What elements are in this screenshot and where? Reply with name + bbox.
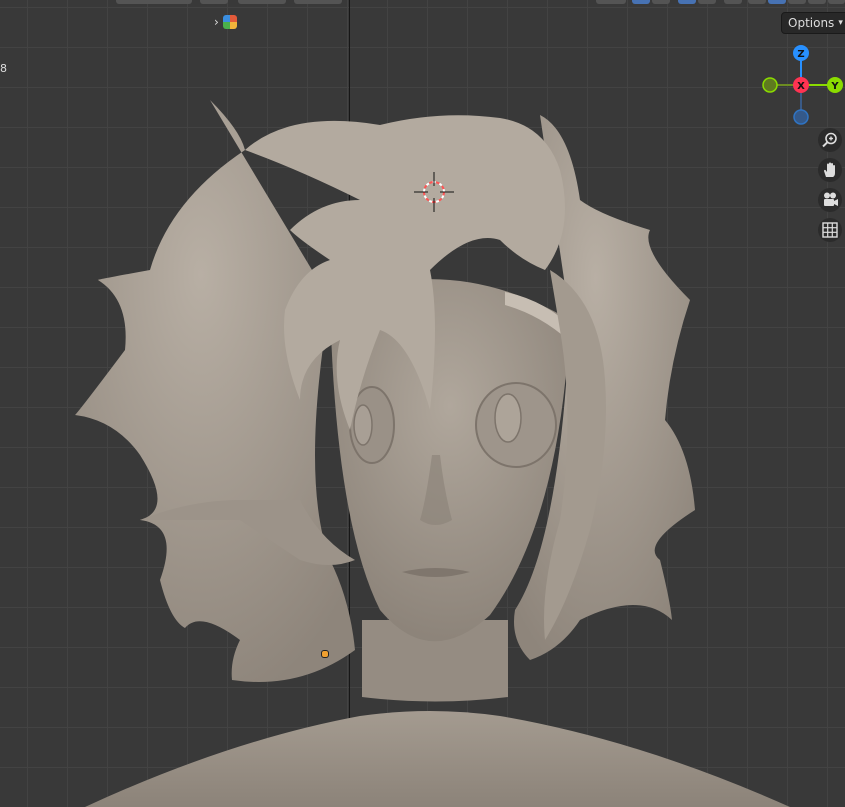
xray-button[interactable] (724, 0, 742, 4)
solid-shading-button[interactable] (768, 0, 786, 4)
chevron-down-icon: ▾ (838, 18, 843, 28)
zoom-button[interactable] (818, 128, 842, 152)
scene-collection-expander[interactable]: › (214, 12, 237, 32)
snap-button[interactable] (294, 0, 342, 4)
pivot-button[interactable] (238, 0, 286, 4)
gizmo-y-label: Y (830, 81, 839, 92)
pan-button[interactable] (818, 158, 842, 182)
scene-icon (222, 15, 237, 29)
hand-icon (824, 162, 835, 177)
proportional-edit-button[interactable] (596, 0, 626, 4)
z-axis-line (349, 0, 350, 807)
perspective-toggle-button[interactable] (818, 218, 842, 242)
options-label: Options (788, 16, 835, 30)
3d-viewport[interactable]: 8 › Options ▾ Z Y X (0, 0, 845, 807)
overlay-toggle-button[interactable] (678, 0, 696, 4)
gizmo-neg-z-handle[interactable] (793, 109, 809, 125)
options-dropdown[interactable]: Options ▾ (781, 12, 845, 34)
sculpt-model (75, 100, 790, 807)
camera-icon (824, 192, 838, 206)
transform-orientation-button[interactable] (200, 0, 228, 4)
shading-dropdown[interactable] (828, 0, 845, 4)
chevron-right-icon: › (214, 15, 219, 29)
rendered-shading-button[interactable] (808, 0, 826, 4)
gizmo-z-label: Z (797, 49, 804, 60)
object-origin[interactable] (321, 650, 329, 658)
frame-number: 8 (0, 62, 7, 75)
gizmo-toggle-button[interactable] (632, 0, 650, 4)
gizmo-neg-y-handle[interactable] (762, 77, 778, 93)
zoom-icon (822, 132, 837, 148)
mode-dropdown[interactable] (116, 0, 192, 4)
gizmo-dropdown[interactable] (652, 0, 670, 4)
gizmo-x-label: X (797, 81, 805, 92)
navigation-gizmo[interactable]: Z Y X (760, 42, 845, 127)
material-shading-button[interactable] (788, 0, 806, 4)
viewport-header (0, 0, 845, 6)
overlay-dropdown[interactable] (698, 0, 716, 4)
wireframe-shading-button[interactable] (748, 0, 766, 4)
grid-icon (822, 222, 838, 238)
3d-cursor[interactable] (414, 172, 454, 212)
camera-view-button[interactable] (818, 188, 842, 212)
